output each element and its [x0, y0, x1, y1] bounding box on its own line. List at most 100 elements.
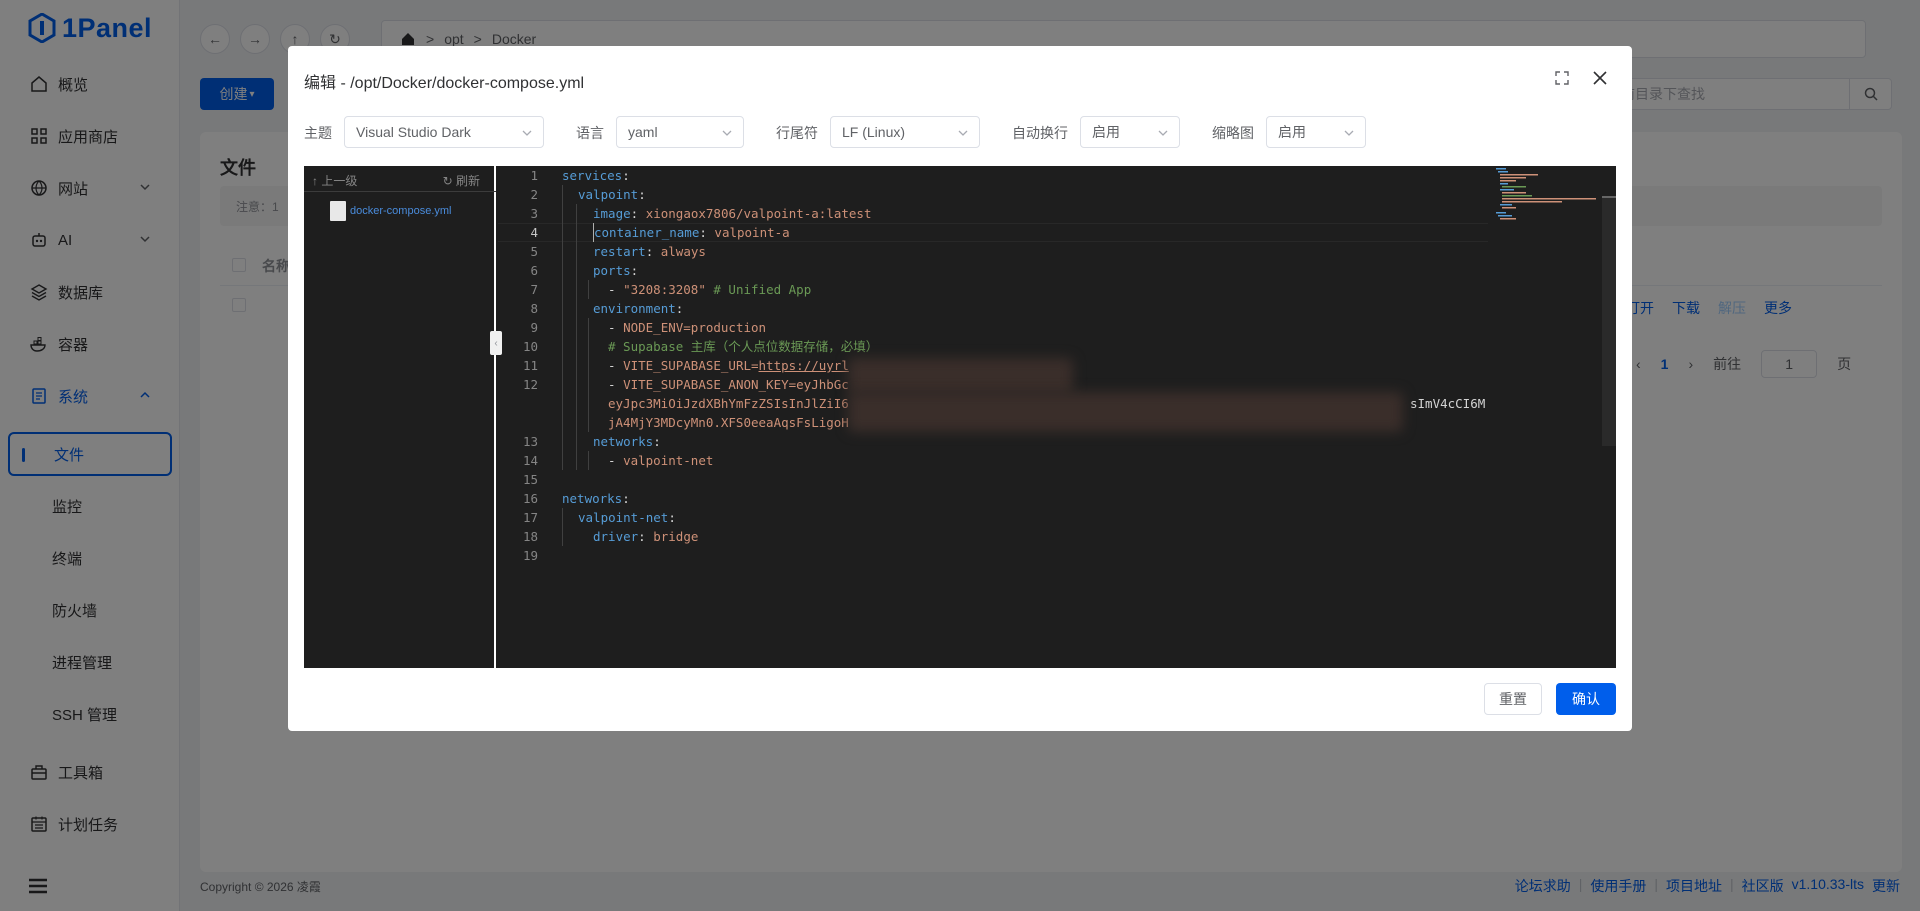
yaml-key: valpoint-net: [578, 510, 669, 525]
theme-label: 主题: [304, 125, 332, 141]
yaml-value: eyJpc3MiOiJzdXBhYmFzZSIsInJlZiI6: [608, 396, 849, 411]
line-number: 19: [522, 548, 538, 563]
line-number: 2: [530, 187, 538, 202]
code-line: 19: [498, 546, 1488, 565]
tree-file-name: docker-compose.yml: [350, 205, 452, 217]
language-label: 语言: [576, 125, 604, 141]
line-number: 3: [530, 206, 538, 221]
minimap-select[interactable]: 启用: [1266, 116, 1366, 148]
yaml-colon: :: [675, 301, 684, 316]
yaml-colon: :: [622, 168, 630, 183]
code-line: 1 services:: [498, 166, 1488, 185]
eol-label: 行尾符: [776, 125, 818, 141]
yaml-dash: -: [608, 282, 624, 297]
code-line: 16 networks:: [498, 489, 1488, 508]
line-number: 9: [530, 320, 538, 335]
yaml-dash: -: [608, 377, 624, 392]
redacted-area: [848, 392, 1403, 432]
code-text: restart: always: [593, 242, 706, 261]
language-select[interactable]: yaml: [616, 116, 744, 148]
yaml-value: valpoint-a: [714, 225, 790, 240]
code-text: # Supabase 主库（个人点位数据存储，必填）: [608, 337, 878, 356]
eol-select[interactable]: LF (Linux): [830, 116, 980, 148]
code-text: eyJpc3MiOiJzdXBhYmFzZSIsInJlZiI6: [608, 394, 849, 413]
line-number: 6: [530, 263, 538, 278]
tree-refresh-label: 刷新: [455, 174, 480, 188]
code-line: 4 container_name: valpoint-a: [498, 223, 1488, 242]
yaml-url[interactable]: https://uyrl: [759, 358, 849, 373]
line-number: 11: [522, 358, 538, 373]
yaml-value: NODE_ENV=production: [623, 320, 767, 335]
code-text: jA4MjY3MDcyMn0.XFS0eeaAqsFsLigoH: [608, 413, 849, 432]
dialog-title: 编辑 - /opt/Docker/docker-compose.yml: [304, 75, 585, 92]
code-line: 10 # Supabase 主库（个人点位数据存储，必填）: [498, 337, 1488, 356]
code-line: 18 driver: bridge: [498, 527, 1488, 546]
yaml-colon: :: [645, 244, 661, 259]
code-text: - "3208:3208" # Unified App: [608, 280, 811, 299]
confirm-button[interactable]: 确认: [1556, 683, 1616, 715]
code-text: networks:: [593, 432, 661, 451]
word-wrap-select[interactable]: 启用: [1080, 116, 1180, 148]
code-text: ports:: [593, 261, 638, 280]
code-line: 8 environment:: [498, 299, 1488, 318]
parent-dir-button[interactable]: ↑ 上一级: [312, 172, 357, 189]
theme-select[interactable]: Visual Studio Dark: [344, 116, 544, 148]
code-text: networks:: [562, 489, 630, 508]
chevron-down-icon: [958, 130, 968, 136]
yaml-colon: :: [699, 225, 715, 240]
yaml-value: valpoint-net: [623, 453, 714, 468]
code-line: 6 ports:: [498, 261, 1488, 280]
code-text: - valpoint-net: [608, 451, 713, 470]
chevron-down-icon: [1158, 130, 1168, 136]
code-text: - VITE_SUPABASE_ANON_KEY=eyJhbGc: [608, 375, 849, 394]
editor-scrollbar[interactable]: [1602, 196, 1616, 446]
chevron-down-icon: [722, 130, 732, 136]
code-line: 5 restart: always: [498, 242, 1488, 261]
code-text: container_name: valpoint-a: [593, 223, 790, 242]
yaml-key: driver: [593, 529, 639, 544]
code-text: - NODE_ENV=production: [608, 318, 766, 337]
yaml-value: jA4MjY3MDcyMn0.XFS0eeaAqsFsLigoH: [608, 415, 849, 430]
code-text: driver: bridge: [593, 527, 698, 546]
line-number: 12: [522, 377, 538, 392]
yaml-comment: # Supabase 主库（个人点位数据存储，必填）: [608, 339, 879, 354]
yaml-key: services: [562, 168, 623, 183]
line-number: 8: [530, 301, 538, 316]
code-text: environment:: [593, 299, 683, 318]
scrollbar-position-marker: [1602, 196, 1616, 198]
minimap-label: 缩略图: [1212, 125, 1254, 141]
eol-value: LF (Linux): [842, 124, 906, 140]
yaml-colon: :: [630, 263, 639, 278]
reset-button[interactable]: 重置: [1484, 683, 1542, 715]
yaml-value-tail: sImV4cCI6M: [1410, 396, 1486, 411]
code-line: 7 - "3208:3208" # Unified App: [498, 280, 1488, 299]
yaml-colon: :: [668, 510, 676, 525]
yaml-key: environment: [593, 301, 676, 316]
tree-refresh-button[interactable]: ↻ 刷新: [443, 172, 480, 189]
yaml-colon: :: [653, 434, 661, 449]
yaml-key: restart: [593, 244, 646, 259]
code-line: 9 - NODE_ENV=production: [498, 318, 1488, 337]
redacted-area: [848, 358, 1073, 394]
line-number: 16: [522, 491, 538, 506]
code-editor[interactable]: 1 services: 2 valpoint: 3 image: xiongaox78…: [498, 166, 1616, 668]
line-number: 18: [522, 529, 538, 544]
line-number: 5: [530, 244, 538, 259]
line-number: 4: [530, 225, 538, 240]
code-line: 3 image: xiongaox7806/valpoint-a:latest: [498, 204, 1488, 223]
edit-file-dialog: 编辑 - /opt/Docker/docker-compose.yml 主题 V…: [288, 46, 1632, 731]
line-number: 7: [530, 282, 538, 297]
fullscreen-icon[interactable]: [1554, 70, 1570, 86]
yaml-value: bridge: [653, 529, 699, 544]
yaml-dash: -: [608, 453, 624, 468]
code-text: - VITE_SUPABASE_URL=https://uyrl: [608, 356, 849, 375]
close-icon[interactable]: [1592, 70, 1608, 86]
yaml-key: ports: [593, 263, 631, 278]
tree-file-item[interactable]: docker-compose.yml: [330, 201, 451, 221]
yaml-colon: :: [630, 206, 646, 221]
code-text: image: xiongaox7806/valpoint-a:latest: [593, 204, 871, 223]
word-wrap-label: 自动换行: [1012, 125, 1068, 141]
word-wrap-value: 启用: [1092, 124, 1120, 140]
code-minimap[interactable]: [1496, 166, 1596, 226]
minimap-value: 启用: [1278, 124, 1306, 140]
